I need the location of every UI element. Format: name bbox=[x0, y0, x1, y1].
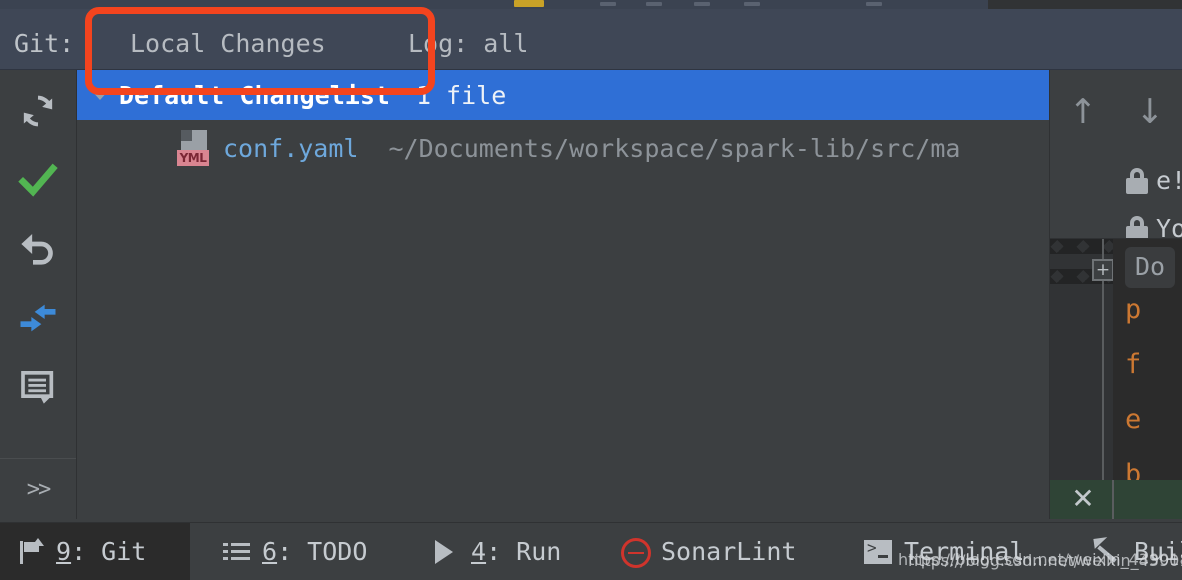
status-bar-item-git[interactable]: 9: Git bbox=[0, 523, 190, 580]
file-path: ~/Documents/workspace/spark-lib/src/ma bbox=[388, 133, 961, 163]
list-icon bbox=[222, 538, 250, 566]
diff-chip-label[interactable]: Do bbox=[1125, 247, 1176, 288]
status-bar-item-run-number: 4 bbox=[471, 537, 487, 566]
comment-icon bbox=[18, 367, 58, 411]
tab-local-changes[interactable]: Local Changes bbox=[130, 29, 326, 58]
sidebar-overflow-button[interactable]: >> bbox=[0, 458, 76, 519]
status-bar-item-git-label: 9: Git bbox=[56, 537, 147, 566]
sidebar-item-show-diff[interactable] bbox=[0, 285, 76, 354]
outer-tab-dot bbox=[744, 2, 760, 6]
outer-tab-dot bbox=[600, 2, 616, 6]
yaml-file-icon: YML bbox=[177, 130, 211, 166]
sonarlint-icon bbox=[621, 537, 651, 568]
changelist-row[interactable]: Default Changelist 1 file bbox=[77, 70, 1049, 120]
collapse-arrows-icon bbox=[18, 298, 58, 342]
status-bar-item-sonarlint-label: SonarLint bbox=[661, 537, 797, 566]
next-change-icon[interactable]: ↓ bbox=[1133, 92, 1167, 132]
status-bar-item-run-label: 4: Run bbox=[471, 537, 562, 566]
expand-fold-button[interactable]: + bbox=[1092, 259, 1113, 281]
git-sidebar-toolbar: >> bbox=[0, 70, 77, 519]
status-bar-item-git-number: 9 bbox=[56, 537, 72, 566]
tab-log[interactable]: Log: all bbox=[408, 29, 528, 58]
table-row[interactable]: YML conf.yaml ~/Documents/workspace/spar… bbox=[77, 120, 1049, 176]
diff-code-area[interactable]: Do p f e b bbox=[1113, 239, 1182, 519]
status-bar-item-todo[interactable]: 6: TODO bbox=[206, 523, 383, 580]
changelist-file-count: 1 file bbox=[415, 80, 507, 110]
git-branch-icon bbox=[16, 537, 44, 566]
previous-change-icon[interactable]: ↑ bbox=[1066, 92, 1100, 132]
diff-close-bar: ✕ bbox=[1050, 480, 1182, 519]
yaml-file-icon-badge: YML bbox=[177, 150, 209, 166]
check-icon bbox=[18, 160, 58, 204]
lock-item-label: e! bbox=[1156, 166, 1182, 195]
play-icon bbox=[431, 538, 459, 566]
status-bar-item-todo-number: 6 bbox=[262, 537, 278, 566]
ide-git-tool-window: Git: Local Changes Log: all >> Default C… bbox=[0, 0, 1182, 580]
watermark-url: https://blog.csdn.net/weixin_43901865 bbox=[908, 551, 1182, 570]
git-tabbar: Git: Local Changes Log: all bbox=[0, 9, 1182, 79]
outer-tab-dot bbox=[866, 2, 882, 6]
diff-panel-toolbar: ↑ ↓ e! Yo bbox=[1050, 70, 1182, 243]
sidebar-item-refresh[interactable] bbox=[0, 78, 76, 147]
terminal-icon bbox=[864, 538, 892, 566]
sidebar-item-commit[interactable] bbox=[0, 147, 76, 216]
outer-tab-dot bbox=[694, 2, 710, 6]
git-tabbar-label: Git: bbox=[14, 29, 75, 58]
sidebar-item-shelve[interactable] bbox=[0, 354, 76, 423]
sidebar-item-revert[interactable] bbox=[0, 216, 76, 285]
outer-tab-dot bbox=[646, 2, 662, 6]
chevron-down-icon[interactable] bbox=[91, 90, 109, 100]
diff-side-panel: ↑ ↓ e! Yo + Do p f bbox=[1049, 70, 1182, 519]
outer-window-strip bbox=[0, 0, 1182, 10]
changelist-name: Default Changelist bbox=[119, 80, 390, 110]
status-bar-item-sonarlint[interactable]: SonarLint bbox=[605, 523, 812, 580]
code-line: p bbox=[1125, 294, 1142, 325]
divider bbox=[1112, 480, 1114, 519]
outer-tab-chip bbox=[514, 0, 544, 7]
status-bar-item-todo-label: 6: TODO bbox=[262, 537, 368, 566]
list-item[interactable]: e! bbox=[1126, 166, 1182, 195]
local-changes-tree: Default Changelist 1 file YML conf.yaml … bbox=[77, 70, 1049, 519]
file-name: conf.yaml bbox=[223, 133, 359, 163]
code-line: f bbox=[1125, 349, 1142, 380]
lock-icon bbox=[1126, 167, 1148, 194]
close-icon[interactable]: ✕ bbox=[1068, 484, 1098, 514]
code-line: e bbox=[1125, 404, 1142, 435]
refresh-icon bbox=[18, 91, 58, 135]
undo-icon bbox=[18, 229, 58, 273]
diff-gutter: + bbox=[1050, 239, 1113, 519]
status-bar-item-run[interactable]: 4: Run bbox=[415, 523, 577, 580]
gutter-separator bbox=[1102, 239, 1104, 519]
